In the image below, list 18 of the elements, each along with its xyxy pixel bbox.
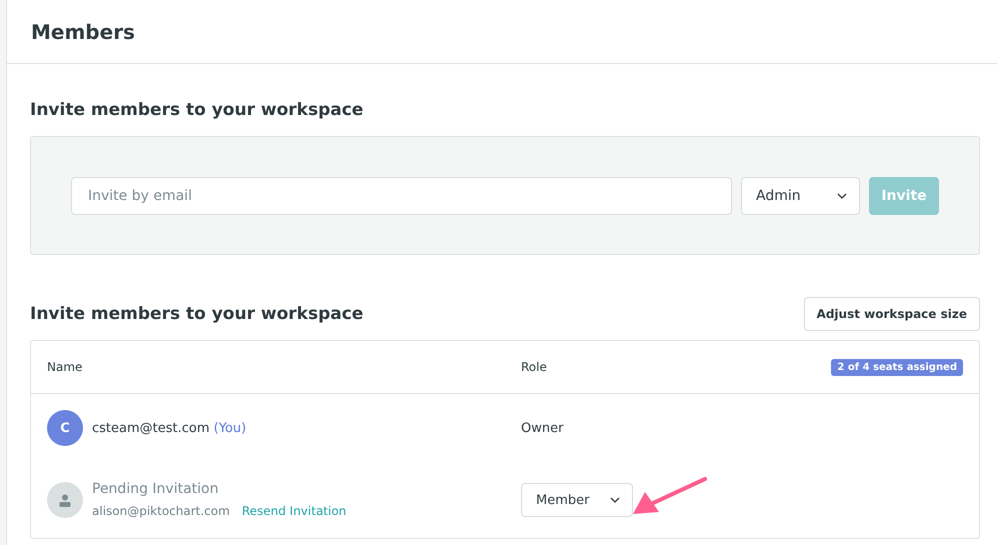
section-heading: Invite members to your workspace [30, 100, 364, 120]
pending-status: Pending Invitation [92, 481, 220, 497]
role-dropdown[interactable]: Member [521, 483, 633, 517]
member-email: alison@piktochart.com [92, 504, 230, 518]
section-heading: Invite members to your workspace [30, 304, 364, 324]
role-dropdown[interactable]: Admin [741, 176, 860, 214]
column-header: Name [47, 360, 84, 374]
member-email: csteam@test.com (You) [92, 420, 246, 436]
column-header: Role [521, 360, 548, 374]
chevron-down-icon [610, 497, 620, 503]
page-title: Members [31, 20, 135, 44]
person-icon [59, 494, 71, 506]
email-field[interactable]: Invite by email [71, 176, 732, 214]
role-text: Owner [521, 420, 564, 436]
seats-badge: 2 of 4 seats assigned [831, 358, 963, 376]
chevron-down-icon [837, 192, 847, 198]
adjust-size-button[interactable]: Adjust workspace size [804, 297, 980, 331]
avatar: C [47, 410, 83, 446]
